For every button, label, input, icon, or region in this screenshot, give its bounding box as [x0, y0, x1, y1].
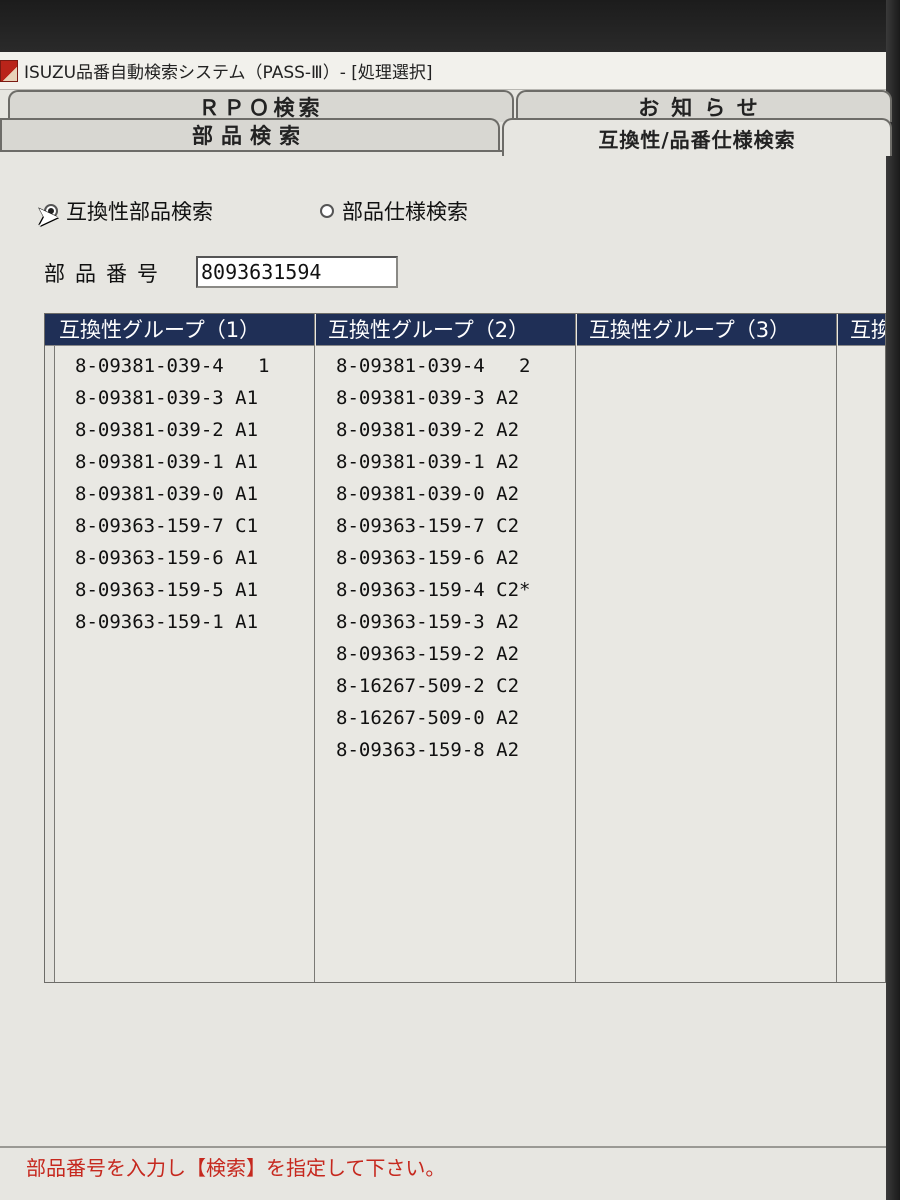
list-item[interactable]: 8-16267-509-2 C2	[316, 670, 575, 702]
compat-group-1-list[interactable]: 8-09381-039-4 1 8-09381-039-3 A1 8-09381…	[55, 346, 314, 638]
list-item[interactable]: 8-09381-039-1 A1	[55, 446, 314, 478]
part-number-label: 部品番号	[44, 262, 168, 286]
radio-unselected-icon[interactable]	[320, 204, 334, 218]
window-titlebar[interactable]: ISUZU品番自動検索システム（PASS-Ⅲ）- [処理選択]	[0, 52, 886, 90]
mouse-pointer-icon: ➤	[36, 200, 60, 233]
tab-compat-spec-search[interactable]: 互換性/品番仕様検索	[502, 118, 892, 156]
radio-spec-search[interactable]: 部品仕様検索	[320, 196, 468, 226]
list-item[interactable]: 8-09381-039-2 A1	[55, 414, 314, 446]
list-item[interactable]: 8-09363-159-3 A2	[316, 606, 575, 638]
compat-group-3-header[interactable]: 互換性グループ（3）	[577, 314, 836, 346]
list-item[interactable]: 8-09363-159-4 C2*	[316, 574, 575, 606]
list-item[interactable]: 8-09381-039-3 A1	[55, 382, 314, 414]
compat-group-4-column[interactable]: 互換	[838, 314, 885, 982]
list-item[interactable]: 8-09363-159-6 A2	[316, 542, 575, 574]
radio-spec-label: 部品仕様検索	[342, 200, 468, 224]
compat-group-1-column[interactable]: 互換性グループ（1） 8-09381-039-4 1 8-09381-039-3…	[45, 314, 315, 982]
list-item[interactable]: 8-09363-159-5 A1	[55, 574, 314, 606]
list-item[interactable]: 8-09363-159-1 A1	[55, 606, 314, 638]
list-item[interactable]: 8-09363-159-6 A1	[55, 542, 314, 574]
list-item[interactable]: 8-09363-159-7 C2	[316, 510, 575, 542]
compat-group-1-header[interactable]: 互換性グループ（1）	[45, 314, 314, 346]
compat-group-2-column[interactable]: 互換性グループ（2） 8-09381-039-4 2 8-09381-039-3…	[316, 314, 576, 982]
compat-group-2-header[interactable]: 互換性グループ（2）	[316, 314, 575, 346]
compat-group-2-list[interactable]: 8-09381-039-4 2 8-09381-039-3 A2 8-09381…	[316, 346, 575, 766]
grid-row-header-column	[45, 314, 55, 982]
monitor-bezel	[0, 0, 900, 52]
list-item[interactable]: 8-09381-039-3 A2	[316, 382, 575, 414]
list-item[interactable]: 8-09381-039-2 A2	[316, 414, 575, 446]
list-item[interactable]: 8-09363-159-8 A2	[316, 734, 575, 766]
compat-group-grid[interactable]: 互換性グループ（1） 8-09381-039-4 1 8-09381-039-3…	[44, 313, 886, 983]
list-item[interactable]: 8-09381-039-4 1	[55, 350, 314, 382]
window-title: ISUZU品番自動検索システム（PASS-Ⅲ）- [処理選択]	[24, 63, 433, 83]
compat-group-3-list[interactable]	[577, 346, 836, 350]
compat-group-3-column[interactable]: 互換性グループ（3）	[577, 314, 837, 982]
compat-group-4-header[interactable]: 互換	[838, 314, 885, 346]
tab-parts-search[interactable]: 部品検索	[0, 118, 500, 150]
app-icon[interactable]	[0, 59, 18, 82]
list-item[interactable]: 8-09381-039-1 A2	[316, 446, 575, 478]
list-item[interactable]: 8-09363-159-2 A2	[316, 638, 575, 670]
radio-compat-search[interactable]: 互換性部品検索	[44, 196, 213, 226]
list-item[interactable]: 8-09381-039-0 A1	[55, 478, 314, 510]
part-number-input[interactable]: 8093631594	[196, 256, 398, 288]
list-item[interactable]: 8-09381-039-0 A2	[316, 478, 575, 510]
status-message: 部品番号を入力し【検索】を指定して下さい。	[26, 1156, 446, 1180]
radio-compat-label: 互換性部品検索	[66, 200, 213, 224]
list-item[interactable]: 8-09363-159-7 C1	[55, 510, 314, 542]
tab-divider	[0, 150, 502, 152]
monitor-bezel-edge	[886, 0, 900, 1200]
list-item[interactable]: 8-09381-039-4 2	[316, 350, 575, 382]
list-item[interactable]: 8-16267-509-0 A2	[316, 702, 575, 734]
status-divider	[0, 1146, 886, 1148]
